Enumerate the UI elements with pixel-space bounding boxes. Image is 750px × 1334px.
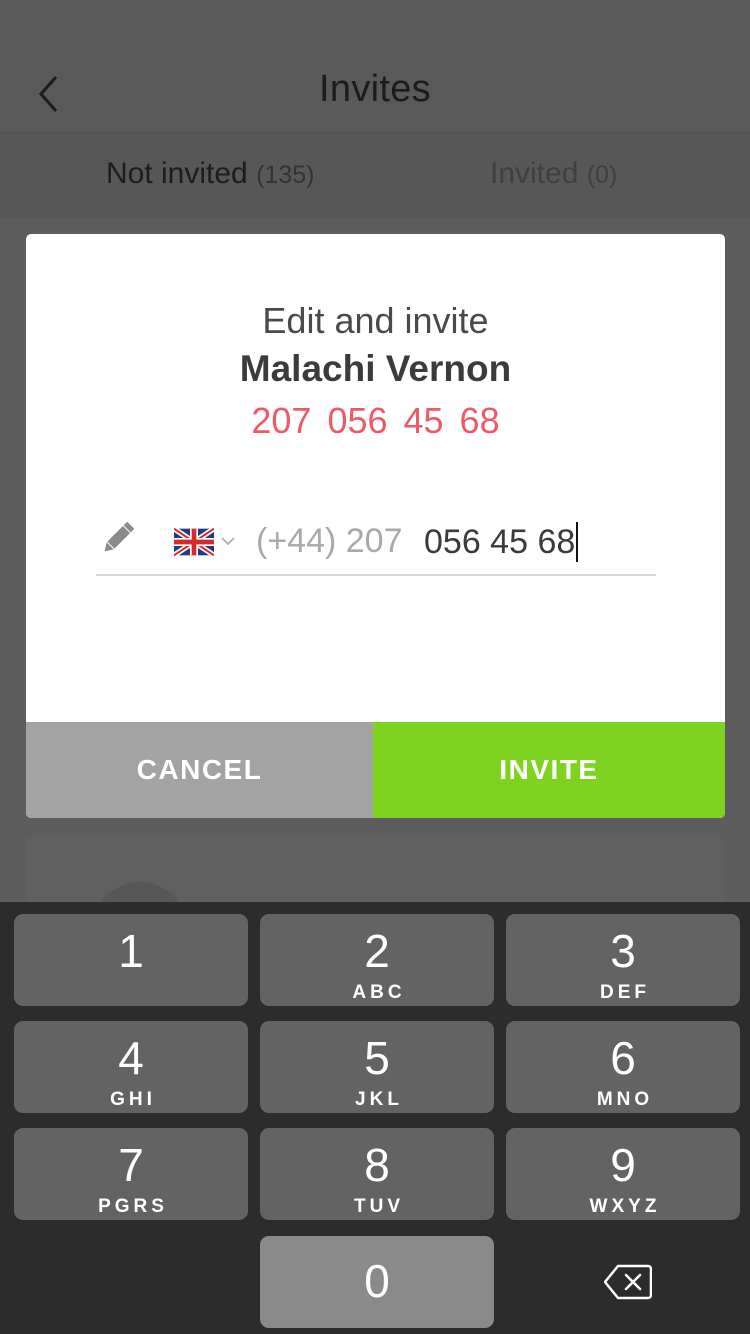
tab-bar: Not invited (135) Invited (0) <box>0 132 750 218</box>
invite-button[interactable]: INVITE <box>373 722 725 818</box>
key-3[interactable]: 3 DEF <box>506 914 740 1006</box>
key-7[interactable]: 7 PGRS <box>14 1128 248 1220</box>
key-digit: 2 <box>364 925 390 977</box>
key-digit: 6 <box>610 1032 636 1084</box>
key-letters: JKL <box>355 1089 403 1110</box>
cancel-button[interactable]: CANCEL <box>26 722 373 818</box>
tab-label: Invited <box>490 157 579 190</box>
key-digit: 1 <box>118 925 144 977</box>
key-8[interactable]: 8 TUV <box>260 1128 494 1220</box>
key-digit: 7 <box>118 1139 144 1191</box>
tab-count: (135) <box>256 161 315 189</box>
tab-not-invited[interactable]: Not invited (135) <box>106 157 314 191</box>
country-code-prefix: (+44) 207 <box>256 522 403 560</box>
app-header: Invites <box>0 0 750 132</box>
contact-name: Malachi Vernon <box>239 348 512 389</box>
contact-phone: 207 056 45 68 <box>251 400 500 441</box>
key-letters: DEF <box>600 982 650 1003</box>
key-2[interactable]: 2 ABC <box>260 914 494 1006</box>
tab-count: (0) <box>586 161 618 189</box>
key-digit: 4 <box>118 1032 144 1084</box>
key-9[interactable]: 9 WXYZ <box>506 1128 740 1220</box>
key-letters: MNO <box>596 1089 654 1110</box>
key-4[interactable]: 4 GHI <box>14 1021 248 1113</box>
key-letters: TUV <box>354 1196 404 1217</box>
key-letters: PGRS <box>98 1196 168 1217</box>
delete-key[interactable] <box>506 1236 740 1328</box>
dialog-heading: Edit and invite <box>262 300 489 341</box>
pencil-icon <box>104 521 135 552</box>
key-letters: WXYZ <box>589 1196 661 1217</box>
phone-input-row[interactable]: (+44) 207 056 45 68 <box>96 514 656 576</box>
key-digit: 0 <box>364 1255 390 1307</box>
key-6[interactable]: 6 MNO <box>506 1021 740 1113</box>
phone-number-input[interactable]: 056 45 68 <box>424 522 579 562</box>
key-0[interactable]: 0 <box>260 1236 494 1328</box>
backspace-icon <box>604 1264 652 1300</box>
key-digit: 5 <box>364 1032 390 1084</box>
numeric-keypad: 1 2 ABC 3 DEF 4 GHI 5 JKL 6 MNO 7 PGRS 8… <box>0 902 750 1334</box>
chevron-down-icon[interactable] <box>220 534 236 548</box>
key-digit: 3 <box>610 925 636 977</box>
key-digit: 9 <box>610 1139 636 1191</box>
page-title: Invites <box>319 68 431 110</box>
edit-invite-dialog: Edit and invite Malachi Vernon 207 056 4… <box>26 234 725 818</box>
uk-flag-icon[interactable] <box>174 528 214 556</box>
dialog-actions: CANCEL INVITE <box>26 722 725 818</box>
key-1[interactable]: 1 <box>14 914 248 1006</box>
tab-label: Not invited <box>106 157 248 190</box>
key-letters: GHI <box>110 1089 156 1110</box>
key-letters: ABC <box>352 982 406 1003</box>
key-digit: 8 <box>364 1139 390 1191</box>
key-5[interactable]: 5 JKL <box>260 1021 494 1113</box>
tab-invited[interactable]: Invited (0) <box>490 157 617 191</box>
